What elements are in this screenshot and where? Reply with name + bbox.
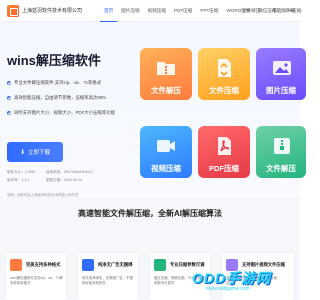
tile-file-extract-2[interactable]: 文件解压 [256,126,306,178]
feature-text: 专业文件解压缩软件,支持zip、rar、7z等格式 [14,80,102,85]
feature-item: 同时支持图片大小、视频大小、PDF大小压缩等功能 [7,110,115,116]
tile-label: 文件解压 [266,164,296,173]
download-button[interactable]: ⬇ 立即下载 [7,142,63,162]
company-logo-icon[interactable] [7,5,19,17]
watermark-url: www.oddgame.com [206,286,250,292]
nav-ppt-compress[interactable]: PPT压缩 [196,0,222,22]
download-icon: ⬇ [19,149,25,156]
nav-pc-download[interactable]: 电脑版下载 [272,0,295,22]
check-icon [7,96,11,100]
software-size: 软件大小：2.05M [7,170,35,174]
nav-image-compress[interactable]: 图片压缩 [117,0,143,22]
company-name[interactable]: 上海蓝羽软件技术有限公司 [22,7,82,14]
tile-label: PDF压缩 [209,164,239,173]
settings-icon [154,259,166,271]
check-icon [7,81,11,85]
feature-card[interactable]: 完美支持多种格式 wins解压缩软件支持zip、rar、7z等多种常用格式 [6,253,66,300]
software-update-date: 更新日期：2024-05-02 [46,178,83,182]
tile-file-compress[interactable]: 文件压缩 [198,48,250,100]
pdf-icon [218,137,231,155]
card-description: wins解压缩软件支持zip、rar、7z等多种常用格式 [10,276,63,285]
feature-item: 高效智能压缩，自由调节参数，压缩率高达98% [7,95,106,101]
check-icon [7,111,11,115]
tile-label: 文件压缩 [209,86,239,95]
format-icon [10,259,22,271]
card-title: 纯净无广告无捆绑 [98,262,133,267]
feature-text: 同时支持图片大小、视频大小、PDF大小压缩等功能 [14,110,115,115]
feature-item: 专业文件解压缩软件,支持zip、rar、7z等格式 [7,80,101,86]
nav-pdf-compress[interactable]: PDF压缩 [170,0,196,22]
tile-pdf-compress[interactable]: PDF压缩 [198,126,250,178]
file-compress-icon [218,59,231,77]
software-platform: 适用系统：Win7/Win8/Win10 [46,170,93,174]
folder-zip-icon [157,62,175,75]
video-icon [157,140,175,152]
image-icon [273,61,291,75]
card-description: 软件纯净绿色，无弹窗广告，不捆绑安装其他软件 [82,276,133,285]
top-navigation-bar: 上海蓝羽软件技术有限公司 首页 图片压缩 视频压缩 PDF压缩 PPT压缩 WO… [0,0,301,22]
tile-label: 图片压缩 [266,86,296,95]
feature-card[interactable]: 纯净无广告无捆绑 软件纯净绿色，无弹窗广告，不捆绑安装其他软件 [78,253,138,300]
nav-video-compress[interactable]: 视频压缩 [144,0,170,22]
watermark-logo: ODD手游网 [192,270,272,286]
archive-icon [274,138,290,154]
feature-text: 高效智能压缩，自由调节参数，压缩率高达98% [14,95,107,100]
software-version: 版本号：1.1.1 [7,178,30,182]
tile-label: 文件解压 [151,86,181,95]
page-title: wins解压缩软件 [7,53,101,68]
tile-file-extract[interactable]: 文件解压 [140,48,192,100]
card-title: 完美支持多种格式 [26,262,61,267]
tile-label: 视频压缩 [151,164,181,173]
nav-file-extract[interactable]: 文件解压 [242,0,260,22]
shield-icon [82,259,94,271]
tile-image-compress[interactable]: 图片压缩 [256,48,306,100]
download-label: 立即下载 [28,150,51,156]
section-title: 高速智能文件解压缩，全新AI解压缩算法 [78,209,222,218]
tile-video-compress[interactable]: 视频压缩 [140,126,192,178]
nav-home[interactable]: 首页 [100,0,118,22]
